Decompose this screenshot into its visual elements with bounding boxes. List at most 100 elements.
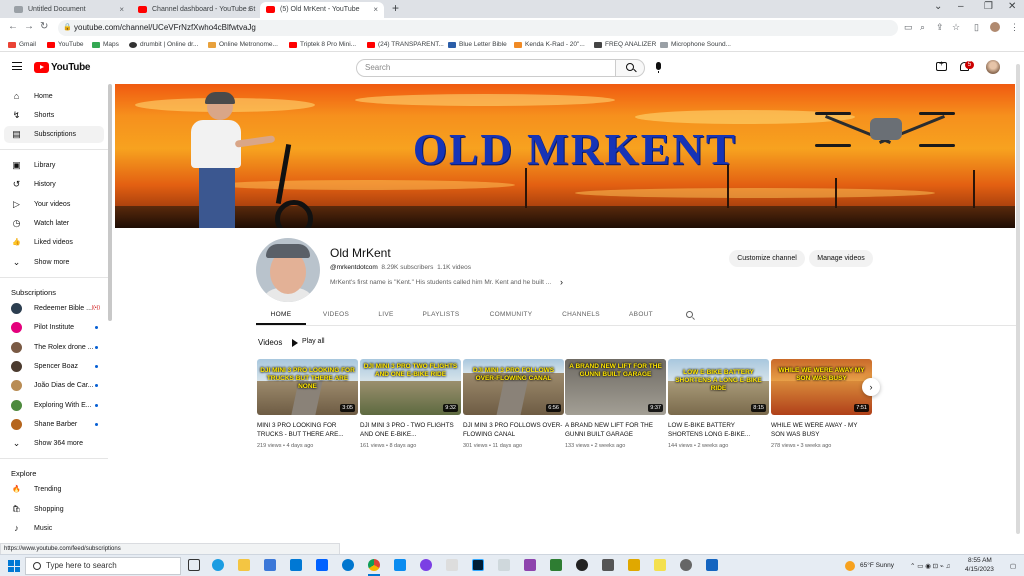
create-video-icon[interactable] xyxy=(936,59,947,71)
sidebar-item-show-more[interactable]: ⌄ Show more xyxy=(4,254,104,271)
bookmark-item[interactable]: Blue Letter Bible xyxy=(448,39,507,51)
video-card[interactable]: DJI MINI 3 PRO LOOKING FOR TRUCKS BUT TH… xyxy=(257,359,358,449)
microphone-icon[interactable] xyxy=(656,62,661,73)
bookmark-item[interactable]: (24) TRANSPARENT... xyxy=(367,39,444,51)
notification-center-icon[interactable]: ▢ xyxy=(1010,562,1016,570)
sidebar-subscription[interactable]: Exploring With E... xyxy=(4,397,104,414)
sidebar-item-library[interactable]: ▣ Library xyxy=(4,157,104,174)
browser-tab[interactable]: Untitled Document × xyxy=(8,2,130,18)
sidebar-subscription[interactable]: Shane Barber xyxy=(4,416,104,433)
tab-search-icon[interactable]: ⌄ xyxy=(934,1,942,12)
sidebar-item-subscriptions[interactable]: ▤ Subscriptions xyxy=(4,126,104,143)
video-title[interactable]: LOW E-BIKE BATTERY SHORTENS LONG E-BIKE.… xyxy=(668,421,769,439)
explorer-icon[interactable] xyxy=(238,559,250,571)
display-icon[interactable] xyxy=(706,559,718,571)
photoshop-icon[interactable] xyxy=(472,559,484,571)
hamburger-menu-icon[interactable] xyxy=(12,62,22,70)
sidebar-subscription[interactable]: The Rolex drone ... xyxy=(4,339,104,356)
search-input[interactable]: Search xyxy=(356,59,616,77)
page-scrollbar[interactable] xyxy=(1016,64,1020,534)
video-card[interactable]: DJI MINI 3 PRO TWO FLIGHTS AND ONE E-BIK… xyxy=(360,359,461,449)
tab-playlists[interactable]: PLAYLISTS xyxy=(416,305,466,325)
play-all-button[interactable]: Play all xyxy=(290,338,325,347)
reload-icon[interactable]: ↻ xyxy=(40,21,48,32)
minimize-icon[interactable]: – xyxy=(958,1,964,12)
account-avatar[interactable] xyxy=(986,60,1000,74)
taskbar-search-input[interactable]: Type here to search xyxy=(25,557,181,575)
sidebar-item-your-videos[interactable]: ▷ Your videos xyxy=(4,196,104,213)
customize-channel-button[interactable]: Customize channel xyxy=(729,250,805,267)
media-icon[interactable] xyxy=(550,559,562,571)
sidebar-item-history[interactable]: ↺ History xyxy=(4,176,104,193)
tab-videos[interactable]: VIDEOS xyxy=(311,305,361,325)
browser-tab[interactable]: Channel dashboard - YouTube St × xyxy=(132,2,258,18)
sidebar-subscription[interactable]: Pilot Institute xyxy=(4,319,104,336)
manage-videos-button[interactable]: Manage videos xyxy=(809,250,873,267)
sidebar-item-shopping[interactable]: 🛍 Shopping xyxy=(4,501,104,518)
video-card[interactable]: LOW E-BIKE BATTERY SHORTENS A LONG E-BIK… xyxy=(668,359,769,449)
video-card[interactable]: A BRAND NEW LIFT FOR THE GUNNI BUILT GAR… xyxy=(565,359,666,449)
channel-search-icon[interactable] xyxy=(686,311,693,318)
windows-start-icon[interactable] xyxy=(8,560,20,572)
maximize-icon[interactable]: ❐ xyxy=(984,1,993,12)
video-thumbnail[interactable]: DJI MINI 3 PRO LOOKING FOR TRUCKS BUT TH… xyxy=(257,359,358,415)
address-bar[interactable]: 🔒 youtube.com/channel/UCeVFrNzfXwho4cBlfw… xyxy=(58,20,898,36)
zoom-icon[interactable]: ⌕ xyxy=(920,22,925,33)
sidebar-scrollbar[interactable] xyxy=(108,84,112,321)
app-icon[interactable] xyxy=(394,559,406,571)
chrome-icon[interactable] xyxy=(368,559,380,571)
sidebar-subscription[interactable]: João Dias de Car... xyxy=(4,377,104,394)
notepad-icon[interactable] xyxy=(498,559,510,571)
bookmark-item[interactable]: Gmail xyxy=(8,39,36,51)
bookmark-item[interactable]: drumbit | Online dr... xyxy=(129,39,198,51)
winrar-icon[interactable] xyxy=(524,559,536,571)
video-title[interactable]: MINI 3 PRO LOOKING FOR TRUCKS - BUT THER… xyxy=(257,421,358,439)
bookmark-item[interactable]: YouTube xyxy=(47,39,84,51)
tray-icons[interactable]: ⌃ ▭ ◉ ⊡ ⌁ ♫ xyxy=(910,562,951,570)
calculator-icon[interactable] xyxy=(602,559,614,571)
headphones-icon[interactable] xyxy=(420,559,432,571)
forward-icon[interactable]: → xyxy=(24,21,34,32)
channel-description[interactable]: MrKent's first name is "Kent." His stude… xyxy=(330,279,551,286)
tab-live[interactable]: LIVE xyxy=(366,305,406,325)
bookmark-item[interactable]: Kenda K-Rad - 20"... xyxy=(514,39,585,51)
sidebar-item-trending[interactable]: 🔥 Trending xyxy=(4,481,104,498)
share-icon[interactable]: ⇪ xyxy=(936,22,944,33)
store-icon[interactable] xyxy=(264,559,276,571)
video-card[interactable]: WHILE WE WERE AWAY MY SON WAS BUSY 7:51 W… xyxy=(771,359,872,449)
video-title[interactable]: WHILE WE WERE AWAY - MY SON WAS BUSY xyxy=(771,421,872,439)
sticky-icon[interactable] xyxy=(654,559,666,571)
sidebar-show-more-subscriptions[interactable]: ⌄ Show 364 more xyxy=(4,435,104,452)
bookmark-item[interactable]: Triptek 8 Pro Mini... xyxy=(289,39,356,51)
task-view-icon[interactable] xyxy=(188,559,200,571)
document-icon[interactable] xyxy=(446,559,458,571)
sidebar-item-shorts[interactable]: ↯ Shorts xyxy=(4,107,104,124)
video-title[interactable]: DJI MINI 3 PRO FOLLOWS OVER-FLOWING CANA… xyxy=(463,421,564,439)
video-card[interactable]: DJI MINI 3 PRO FOLLOWS OVER-FLOWING CANA… xyxy=(463,359,564,449)
tab-about[interactable]: ABOUT xyxy=(621,305,661,325)
tab-channels[interactable]: CHANNELS xyxy=(556,305,606,325)
side-panel-icon[interactable]: ▯ xyxy=(974,22,979,33)
video-thumbnail[interactable]: DJI MINI 3 PRO TWO FLIGHTS AND ONE E-BIK… xyxy=(360,359,461,415)
tab-home[interactable]: HOME xyxy=(256,305,306,325)
sidebar-subscription[interactable]: Spencer Boaz xyxy=(4,358,104,375)
mail-icon[interactable] xyxy=(290,559,302,571)
close-tab-icon[interactable]: × xyxy=(247,2,252,18)
weather-text[interactable]: 65°F Sunny xyxy=(860,562,894,569)
settings-icon[interactable] xyxy=(680,559,692,571)
chevron-right-icon[interactable]: › xyxy=(560,277,563,287)
video-thumbnail[interactable]: LOW E-BIKE BATTERY SHORTENS A LONG E-BIK… xyxy=(668,359,769,415)
youtube-logo[interactable]: YouTube xyxy=(34,62,91,73)
video-thumbnail[interactable]: WHILE WE WERE AWAY MY SON WAS BUSY 7:51 xyxy=(771,359,872,415)
video-thumbnail[interactable]: A BRAND NEW LIFT FOR THE GUNNI BUILT GAR… xyxy=(565,359,666,415)
clock-time[interactable]: 8:55 AM xyxy=(968,557,992,564)
alien-icon[interactable] xyxy=(576,559,588,571)
bookmark-item[interactable]: Microphone Sound... xyxy=(660,39,731,51)
bookmark-item[interactable]: FREQ ANALIZER xyxy=(594,39,656,51)
edge-icon[interactable] xyxy=(212,559,224,571)
menu-dots-icon[interactable]: ⋮ xyxy=(1010,22,1019,33)
sidebar-item-liked-videos[interactable]: 👍 Liked videos xyxy=(4,234,104,251)
tab-community[interactable]: COMMUNITY xyxy=(484,305,538,325)
profile-avatar[interactable] xyxy=(990,22,1000,32)
bookmark-item[interactable]: Online Metronome... xyxy=(208,39,278,51)
